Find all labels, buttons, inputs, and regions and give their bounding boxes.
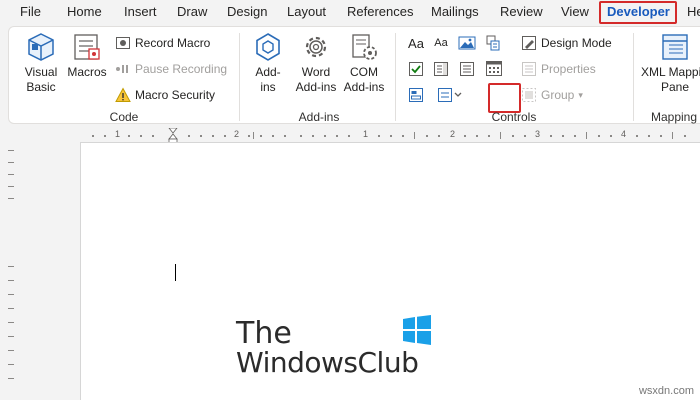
ruler-number: 2 <box>450 129 456 139</box>
com-addins-icon <box>348 31 380 63</box>
vertical-ruler[interactable] <box>6 150 18 400</box>
macros-button[interactable]: Macros <box>65 31 109 80</box>
tab-review[interactable]: Review <box>500 4 543 19</box>
word-addins-button[interactable]: Word Add-ins <box>292 31 340 95</box>
text-cursor <box>175 264 176 281</box>
ruler-number: 2 <box>234 129 240 139</box>
developer-tab-highlight <box>599 1 677 24</box>
tab-insert[interactable]: Insert <box>124 4 157 19</box>
group-button[interactable]: Group ▾ <box>521 85 583 105</box>
tab-layout[interactable]: Layout <box>287 4 326 19</box>
addins-group-label: Add-ins <box>298 110 340 124</box>
word-addins-label-2: Add-ins <box>295 80 337 94</box>
controls-group-label: Controls <box>491 110 537 124</box>
properties-label: Properties <box>541 62 596 76</box>
mapping-group-label: Mapping <box>651 110 698 124</box>
ruler-number: 1 <box>115 129 121 139</box>
dropdown-list-control-button[interactable] <box>457 59 477 79</box>
gear-icon <box>300 31 332 63</box>
xml-mapping-icon <box>659 31 691 63</box>
plain-text-control-button[interactable]: Aa <box>431 33 451 53</box>
macro-security-label: Macro Security <box>135 88 216 102</box>
chevron-down-icon: ▾ <box>578 89 583 100</box>
addins-icon <box>252 31 284 63</box>
visual-basic-icon <box>25 31 57 63</box>
addins-label-1: Add- <box>255 65 281 79</box>
properties-icon <box>521 61 537 77</box>
tab-home[interactable]: Home <box>67 4 102 19</box>
checkbox-icon <box>409 62 423 76</box>
tab-mailings[interactable]: Mailings <box>431 4 479 19</box>
ruler-number: 1 <box>363 129 369 139</box>
building-block-control-button[interactable] <box>483 33 503 53</box>
tab-view[interactable]: View <box>561 4 589 19</box>
calendar-icon <box>486 61 502 76</box>
dropdown-list-icon <box>460 62 474 76</box>
com-addins-label-2: Add-ins <box>343 80 385 94</box>
repeating-section-icon <box>438 88 462 102</box>
pause-recording-button[interactable]: Pause Recording <box>115 59 227 79</box>
xml-mapping-label-2: Pane <box>661 80 690 94</box>
tab-help[interactable]: He <box>687 4 700 19</box>
repeating-section-control-button[interactable] <box>435 85 465 105</box>
combo-box-control-button[interactable] <box>431 59 451 79</box>
group-divider <box>633 33 634 121</box>
picture-icon <box>458 36 476 50</box>
record-macro-icon <box>115 35 131 51</box>
design-mode-icon <box>521 35 537 51</box>
macros-label: Macros <box>67 65 107 79</box>
code-group-label: Code <box>109 110 139 124</box>
legacy-tools-button[interactable] <box>406 85 426 105</box>
properties-button[interactable]: Properties <box>521 59 596 79</box>
checkbox-control-button[interactable] <box>406 59 426 79</box>
design-mode-button[interactable]: Design Mode <box>521 33 612 53</box>
pause-recording-label: Pause Recording <box>135 62 228 76</box>
picture-control-button[interactable] <box>457 33 477 53</box>
building-block-icon <box>486 35 500 51</box>
visual-basic-label-2: Basic <box>26 80 56 94</box>
visual-basic-button[interactable]: Visual Basic <box>17 31 65 95</box>
tab-design[interactable]: Design <box>227 4 267 19</box>
rich-text-control-button[interactable]: Aa <box>406 33 426 53</box>
tab-draw[interactable]: Draw <box>177 4 207 19</box>
com-addins-button[interactable]: COM Add-ins <box>340 31 388 95</box>
macro-security-button[interactable]: Macro Security <box>115 85 215 105</box>
legacy-tools-icon <box>409 88 423 102</box>
xml-mapping-label-1: XML Mappi <box>641 65 700 79</box>
developer-ribbon: Visual Basic Macros Record Macro Pause R… <box>8 26 700 124</box>
watermark-text-windowsclub: WindowsClub <box>236 346 419 379</box>
watermark-source: wsxdn.com <box>638 385 694 397</box>
warning-icon <box>115 87 131 103</box>
record-macro-label: Record Macro <box>135 36 211 50</box>
com-addins-label-1: COM <box>350 65 378 79</box>
word-addins-label-1: Word <box>301 65 331 79</box>
record-macro-button[interactable]: Record Macro <box>115 33 210 53</box>
date-picker-control-button[interactable] <box>484 58 504 78</box>
tab-references[interactable]: References <box>347 4 413 19</box>
group-divider <box>395 33 396 121</box>
addins-button[interactable]: Add- ins <box>247 31 289 95</box>
ruler-number: 4 <box>621 129 627 139</box>
combo-box-icon <box>434 62 448 76</box>
windows-logo-icon <box>401 315 433 345</box>
group-label-text: Group <box>541 88 575 102</box>
ruler-number: 3 <box>535 129 541 139</box>
visual-basic-label-1: Visual <box>24 65 58 79</box>
design-mode-label: Design Mode <box>541 36 612 50</box>
group-icon <box>521 87 537 103</box>
ribbon-tab-bar: File Home Insert Draw Design Layout Refe… <box>0 0 700 24</box>
xml-mapping-pane-button[interactable]: XML Mappi Pane <box>639 31 700 95</box>
addins-label-2: ins <box>260 80 276 94</box>
pause-icon <box>115 61 131 77</box>
macros-icon <box>71 31 103 63</box>
group-divider <box>239 33 240 121</box>
document-page[interactable]: The WindowsClub wsxdn.com <box>80 142 700 400</box>
tab-file[interactable]: File <box>20 4 41 19</box>
date-picker-highlight <box>488 83 521 113</box>
